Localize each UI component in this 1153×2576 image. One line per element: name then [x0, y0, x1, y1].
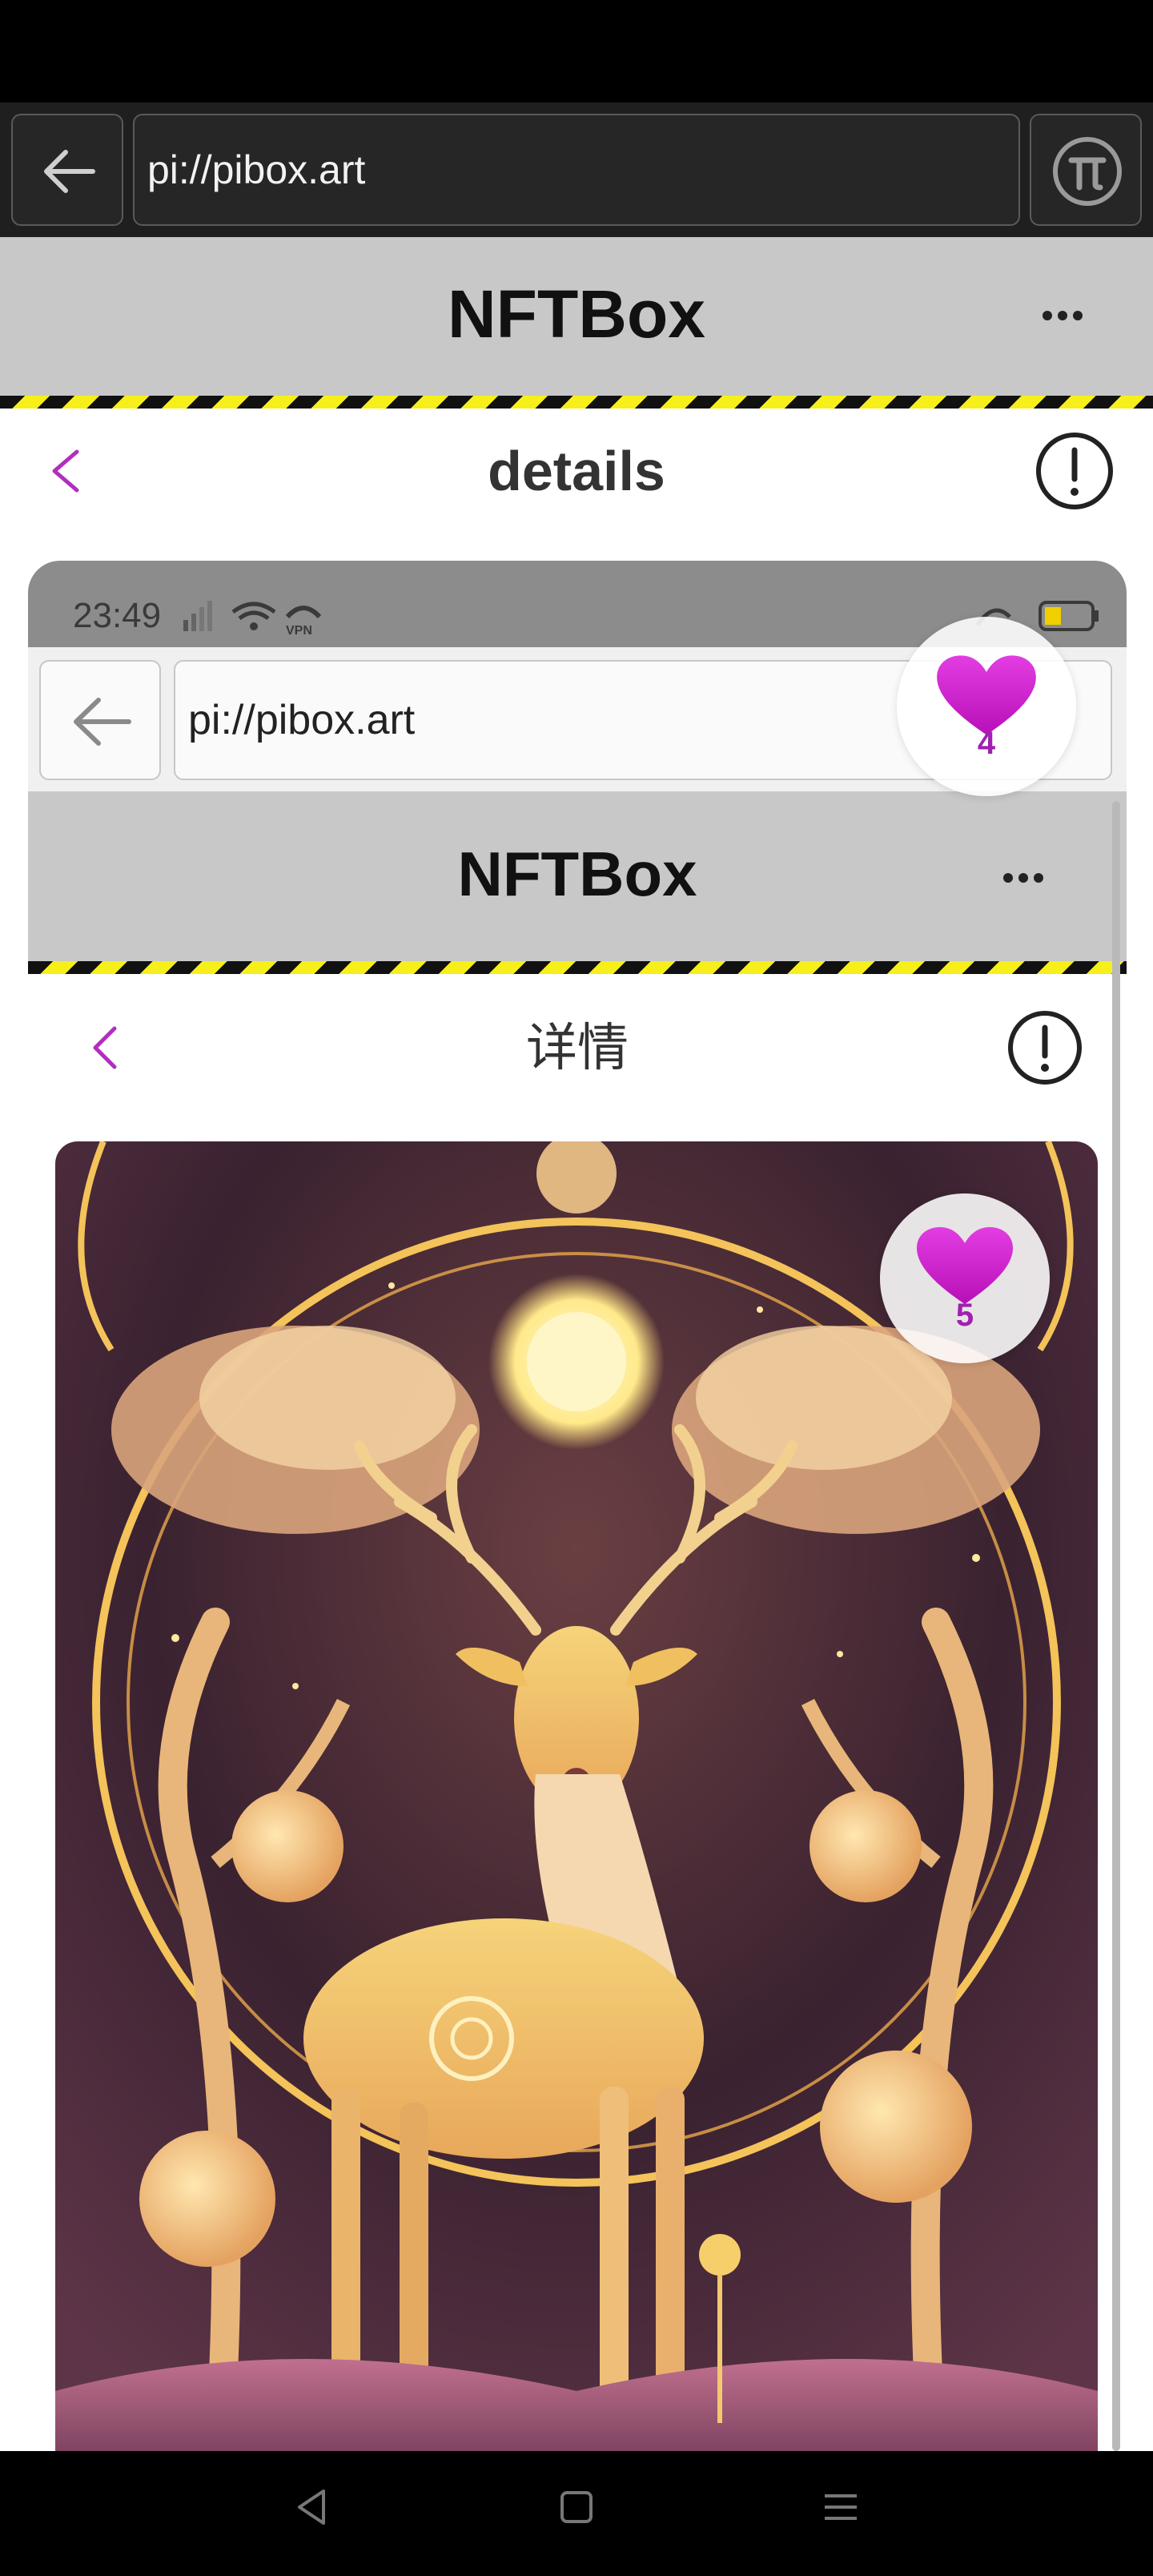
system-navigation-bar — [0, 2451, 1153, 2576]
pi-browser-button[interactable] — [1030, 114, 1142, 226]
inner-report-icon — [1005, 1008, 1085, 1088]
report-button[interactable] — [1033, 429, 1116, 513]
pi-logo-icon — [1053, 137, 1122, 206]
inner-hazard-stripe — [28, 961, 1127, 974]
nft-artwork-screenshot: 23:49 VPN pi://pibox.art NFTBox 详情 5 — [28, 561, 1127, 2451]
hazard-stripe — [0, 396, 1153, 409]
like-button[interactable]: 4 — [897, 617, 1076, 796]
inner-page-title: 详情 — [526, 1019, 629, 1077]
browser-toolbar: pi://pibox.art — [0, 103, 1153, 237]
inner-time: 23:49 — [73, 596, 162, 635]
arrow-left-icon — [74, 698, 131, 746]
inner-like-badge: 5 — [880, 1193, 1050, 1363]
exclamation-circle-icon — [1008, 1011, 1082, 1085]
arrow-left-icon — [44, 150, 95, 193]
inner-app-header: NFTBox — [28, 791, 1127, 961]
app-header: NFTBox — [0, 237, 1153, 396]
nav-menu-icon[interactable] — [817, 2483, 865, 2531]
svg-text:VPN: VPN — [286, 624, 312, 638]
nav-home-icon[interactable] — [552, 2483, 601, 2531]
browser-back-button[interactable] — [11, 114, 123, 226]
inner-back-button — [39, 660, 161, 780]
like-count: 4 — [977, 725, 996, 761]
signal-wifi-vpn-icon: VPN — [183, 601, 322, 638]
nav-back-icon[interactable] — [288, 2483, 336, 2531]
url-field[interactable]: pi://pibox.art — [133, 114, 1020, 226]
page-title: details — [488, 440, 665, 502]
inner-like-count: 5 — [955, 1297, 974, 1333]
exclamation-circle-icon — [1036, 433, 1113, 509]
top-status-strip — [0, 0, 1153, 103]
more-options-icon[interactable] — [1043, 311, 1083, 320]
app-title: NFTBox — [448, 276, 705, 352]
inner-more-icon — [1003, 873, 1043, 883]
inner-app-title: NFTBox — [457, 839, 697, 909]
